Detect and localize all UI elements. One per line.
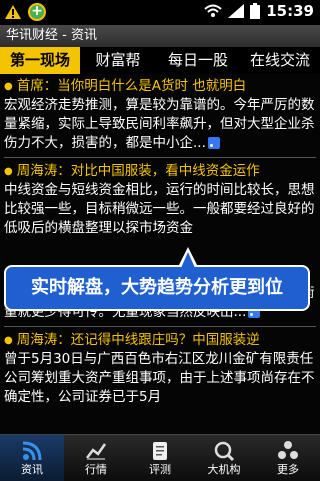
bullet-icon: ●	[4, 81, 13, 92]
list-item[interactable]: ● 首席：当你明白什么是A货时 也就明白 宏观经济走势推测，算是较为靠谱的。今年…	[0, 74, 320, 157]
nav-news-label: 资讯	[21, 463, 43, 476]
bubble-tail-fill	[181, 252, 195, 268]
bullet-icon: ●	[4, 335, 13, 346]
nav-quotes-label: 行情	[85, 463, 107, 476]
article-title-text: 周海涛：还记得中线跟庄吗？中国服装逆	[16, 332, 260, 348]
review-icon	[153, 442, 167, 460]
tab-online-chat[interactable]: 在线交流	[240, 47, 320, 74]
article-summary-text: 中线资金与短线资金相比，运行的时间比较长，思想比较强一些，目标稍微远一些。一般都…	[4, 182, 315, 236]
app-notification-icon: +	[28, 3, 46, 21]
more-icon	[278, 441, 298, 459]
article-title: ● 首席：当你明白什么是A货时 也就明白	[4, 77, 316, 96]
app-title: 华讯财经 - 资讯	[0, 25, 320, 47]
institution-icon	[214, 441, 235, 462]
rss-icon	[207, 137, 220, 149]
bottom-nav: 资讯 行情 评测 大机构 更多	[0, 434, 320, 481]
list-item[interactable]: ● 周海涛：还记得中线跟庄吗？中国服装逆 曾于5月30日与广西百色市右江区龙川金…	[0, 327, 320, 411]
article-summary: 宏观经济走势推测，算是较为靠谱的。今年严厉的数量紧缩，实际上导致民间利率飙升，但…	[4, 96, 316, 153]
tab-wealth-group[interactable]: 财富帮	[80, 47, 156, 74]
article-title-text: 周海涛：对比中国服装，看中线资金运作	[16, 163, 260, 179]
article-title: ● 周海涛：还记得中线跟庄吗？中国服装逆	[4, 331, 316, 350]
battery-icon	[250, 3, 261, 19]
article-title: ● 周海涛：对比中国服装，看中线资金运作	[4, 162, 316, 181]
promo-bubble[interactable]: 实时解盘，大势趋势分析更到位	[4, 265, 310, 311]
tab-bar: 第一现场 财富帮 每日一股 在线交流	[0, 47, 320, 74]
news-icon	[22, 441, 42, 461]
bullet-icon: ●	[4, 166, 13, 177]
nav-more-label: 更多	[277, 463, 299, 476]
status-bar: + 15:39	[0, 0, 320, 25]
tab-first-scene[interactable]: 第一现场	[0, 47, 80, 74]
clock: 15:39	[266, 2, 314, 20]
signal-icon	[228, 4, 245, 18]
article-title-text: 首席：当你明白什么是A货时 也就明白	[16, 78, 247, 94]
article-summary: 曾于5月30日与广西百色市右江区龙川金矿有限责任公司筹划重大资产重组事项，由于上…	[4, 350, 316, 407]
quotes-icon	[86, 443, 107, 460]
nav-news[interactable]: 资讯	[0, 435, 64, 481]
article-list[interactable]: ● 首席：当你明白什么是A货时 也就明白 宏观经济走势推测，算是较为靠谱的。今年…	[0, 74, 320, 434]
tab-daily-stock[interactable]: 每日一股	[156, 47, 240, 74]
article-summary-text: 曾于5月30日与广西百色市右江区龙川金矿有限责任公司筹划重大资产重组事项，由于上…	[4, 351, 315, 405]
warning-icon	[5, 5, 21, 19]
nav-institution[interactable]: 大机构	[192, 435, 256, 481]
nav-more[interactable]: 更多	[256, 435, 320, 481]
nav-review[interactable]: 评测	[128, 435, 192, 481]
nav-review-label: 评测	[149, 463, 171, 476]
nav-institution-label: 大机构	[207, 463, 241, 476]
wifi-icon	[204, 4, 222, 17]
article-summary-text: 宏观经济走势推测，算是较为靠谱的。今年严厉的数量紧缩，实际上导致民间利率飙升，但…	[4, 97, 315, 151]
nav-quotes[interactable]: 行情	[64, 435, 128, 481]
